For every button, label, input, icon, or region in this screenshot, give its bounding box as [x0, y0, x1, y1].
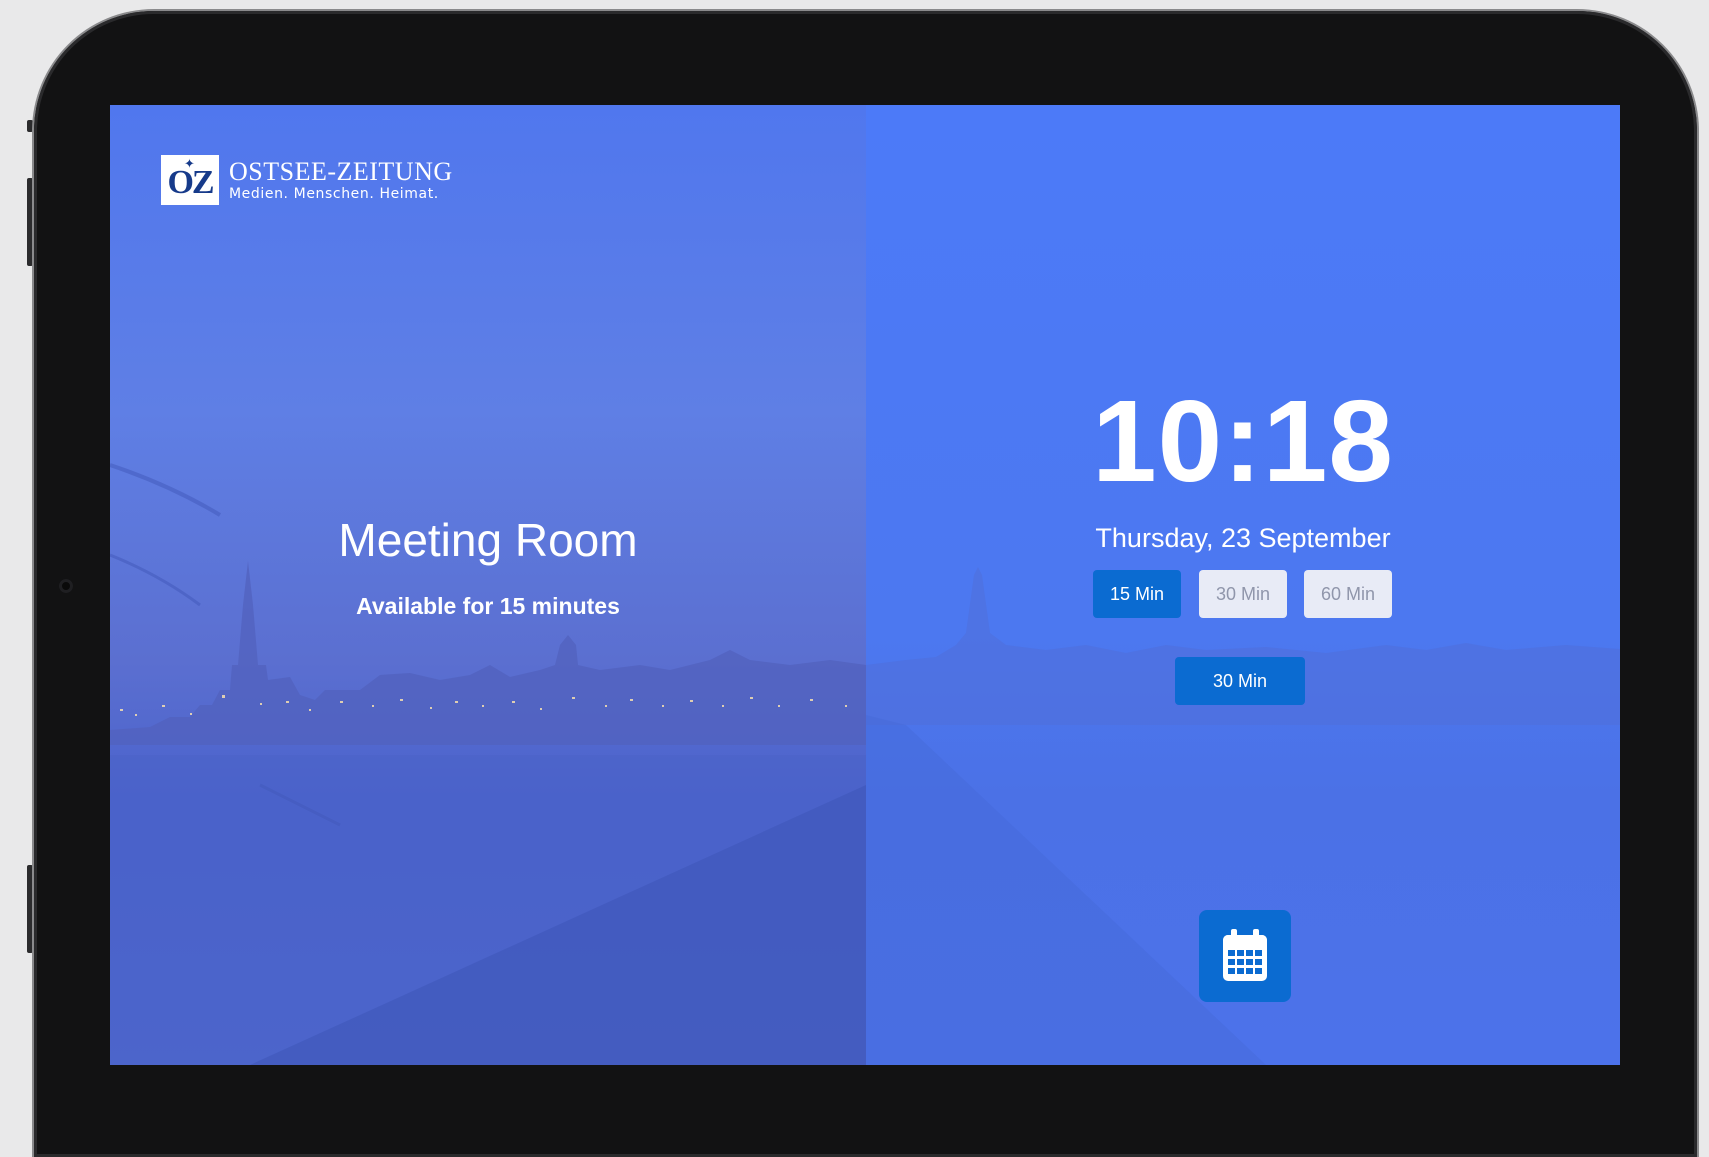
room-title: Meeting Room: [338, 514, 638, 566]
front-camera: [59, 579, 73, 593]
star-icon: ✦: [184, 156, 195, 171]
volume-button-top: [27, 120, 33, 132]
oz-logo-mark: ✦ OZ: [161, 155, 219, 205]
logo-name: OSTSEE-ZEITUNG: [229, 157, 453, 186]
logo-wordmark: OSTSEE-ZEITUNG Medien. Menschen. Heimat.: [229, 157, 453, 202]
harbor-skyline-left: [110, 463, 866, 1065]
duration-30-button[interactable]: 30 Min: [1199, 570, 1287, 618]
calendar-icon: [1223, 929, 1267, 981]
brand-logo: ✦ OZ OSTSEE-ZEITUNG Medien. Menschen. He…: [161, 155, 453, 205]
availability-status: Available for 15 minutes: [356, 593, 620, 619]
duration-60-button[interactable]: 60 Min: [1304, 570, 1392, 618]
tablet-screen: ✦ OZ OSTSEE-ZEITUNG Medien. Menschen. He…: [110, 105, 1620, 1065]
volume-button-down: [27, 865, 33, 953]
logo-tagline: Medien. Menschen. Heimat.: [229, 186, 439, 202]
clock-time: 10:18: [1092, 376, 1394, 506]
logo-mark-text: OZ: [167, 164, 214, 201]
clock-date: Thursday, 23 September: [1095, 523, 1391, 553]
book-room-button[interactable]: 30 Min: [1175, 657, 1305, 705]
room-status-panel: ✦ OZ OSTSEE-ZEITUNG Medien. Menschen. He…: [110, 105, 866, 1065]
volume-button-up: [27, 178, 33, 266]
duration-15-button[interactable]: 15 Min: [1093, 570, 1181, 618]
calendar-button[interactable]: [1199, 910, 1291, 1002]
stage: ✦ OZ OSTSEE-ZEITUNG Medien. Menschen. He…: [0, 0, 1709, 1157]
